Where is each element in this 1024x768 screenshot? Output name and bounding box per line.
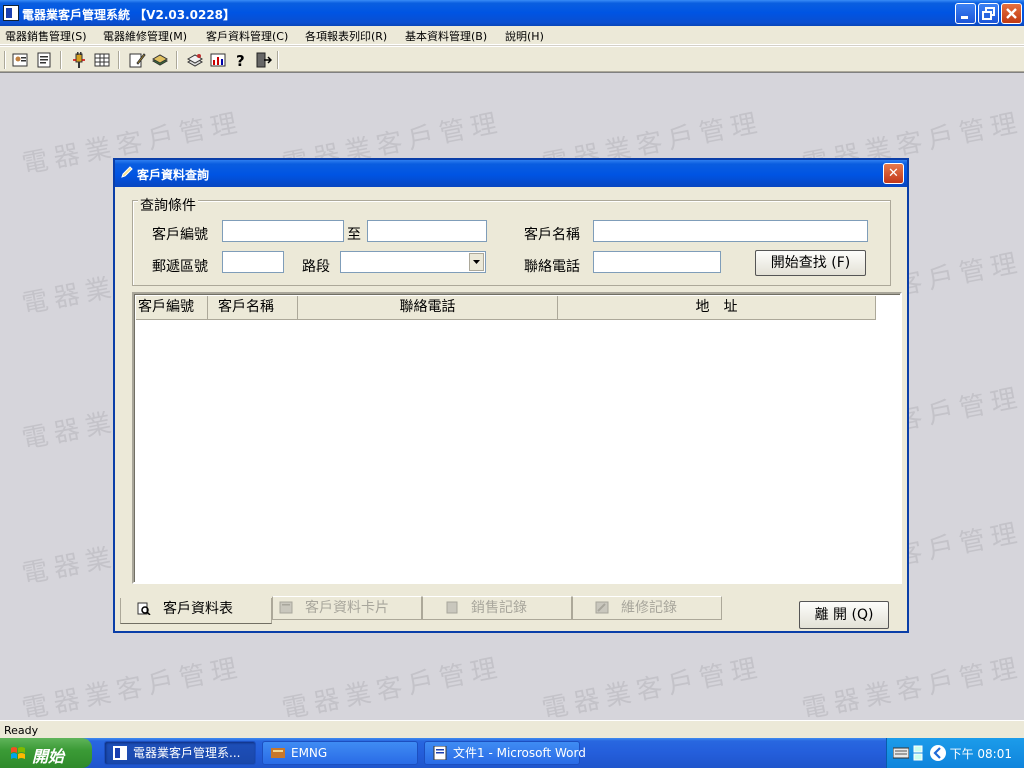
dialog-title: 客戶資料查詢 [137,168,210,182]
road-select[interactable] [340,251,486,273]
tab-sales-records-label: 銷售記錄 [471,600,527,616]
word-document-icon [433,746,447,760]
watermark-text: 電器業客戶管理 [19,652,246,720]
network-icon[interactable] [913,745,923,761]
to-label: 至 [347,227,361,243]
restore-icon [982,7,995,20]
task-word[interactable]: 文件1 - Microsoft Word [424,741,586,765]
watermark-text: 電器業客戶管理 [799,652,1024,720]
menu-help[interactable]: 說明(H) [505,28,544,44]
menu-basic-data[interactable]: 基本資料管理(B) [405,28,487,44]
zip-input[interactable] [222,251,284,273]
task-word-label: 文件1 - Microsoft Word [453,746,586,760]
zip-label: 郵遞區號 [152,259,208,275]
tab-repair-records-label: 維修記錄 [621,600,677,616]
task-customer-system-label: 電器業客戶管理系... [133,746,241,760]
phone-label: 聯絡電話 [524,259,580,275]
edit-icon[interactable] [128,51,146,69]
magnifier-icon [137,602,151,615]
column-header-customer-name[interactable]: 客戶名稱 [208,296,298,320]
report-icon[interactable] [35,51,53,69]
toolbar-grip [4,51,6,69]
card-icon [279,601,293,614]
query-criteria-label: 查詢條件 [138,198,198,214]
menu-sales[interactable]: 電器銷售管理(S) [5,28,87,44]
windows-logo-icon [11,747,25,759]
plug-icon[interactable] [70,51,88,69]
chevron-left-icon[interactable] [929,744,947,762]
pencil-icon [121,166,133,178]
toolbar: ? [0,46,1024,72]
close-icon: ✕ [888,166,899,181]
close-icon [1006,8,1017,19]
task-emng-label: EMNG [291,746,328,760]
exit-icon[interactable] [254,51,272,69]
task-customer-system[interactable]: 電器業客戶管理系... [104,741,256,765]
status-bar: Ready [0,720,1024,738]
chevron-down-icon [473,260,480,264]
watermark-text: 電器業客戶管理 [539,652,766,720]
search-button[interactable]: 開始查找 (F) [755,250,866,276]
taskbar: 開始 電器業客戶管理系... EMNG 文件1 - Microsoft Word… [0,738,1024,768]
menu-bar: 電器銷售管理(S) 電器維修管理(M) 客戶資料管理(C) 各項報表列印(R) … [0,26,1024,45]
task-emng[interactable]: EMNG [262,741,418,765]
customer-results-grid[interactable]: 客戶編號 客戶名稱 聯絡電話 地 址 [132,292,902,584]
svg-text:?: ? [236,52,245,69]
help-icon[interactable]: ? [232,51,250,69]
keyboard-icon[interactable] [893,747,909,759]
app-title-bar[interactable]: 電器業客戶管理系統 【V2.03.0228】 [0,0,1024,26]
minimize-icon [961,16,968,19]
dialog-close-button[interactable]: ✕ [883,163,904,184]
dialog-title-bar[interactable]: 客戶資料查詢 ✕ [115,160,907,187]
customer-no-from-input[interactable] [222,220,344,242]
stack-icon[interactable] [186,51,204,69]
sales-icon [446,601,458,614]
customer-card-icon[interactable] [11,51,29,69]
menu-reports[interactable]: 各項報表列印(R) [305,28,387,44]
tab-customer-list[interactable]: 客戶資料表 [120,598,272,624]
app-icon [3,5,19,21]
dropdown-button[interactable] [469,253,484,271]
books-icon[interactable] [151,51,169,69]
start-label: 開始 [32,747,65,766]
system-tray: 下午 08:01 [886,738,1024,768]
customer-name-label: 客戶名稱 [524,227,580,243]
restore-button[interactable] [978,3,999,24]
wrench-icon [595,601,609,614]
minimize-button[interactable] [955,3,976,24]
tab-customer-card[interactable]: 客戶資料卡片 [272,596,422,620]
phone-input[interactable] [593,251,721,273]
tab-sales-records[interactable]: 銷售記錄 [422,596,572,620]
column-header-phone[interactable]: 聯絡電話 [298,296,558,320]
chart-icon[interactable] [209,51,227,69]
tab-customer-card-label: 客戶資料卡片 [305,600,389,616]
column-header-customer-no[interactable]: 客戶編號 [136,296,208,320]
menu-customer[interactable]: 客戶資料管理(C) [206,28,288,44]
clock[interactable]: 下午 08:01 [950,745,1012,762]
column-header-address[interactable]: 地 址 [558,296,876,320]
tab-customer-list-label: 客戶資料表 [163,601,233,617]
road-label: 路段 [302,259,330,275]
app-close-button[interactable] [1001,3,1022,24]
emng-icon [271,748,285,758]
customer-name-input[interactable] [593,220,868,242]
customer-no-to-input[interactable] [367,220,487,242]
tab-repair-records[interactable]: 維修記錄 [572,596,722,620]
app-window-icon [113,746,127,760]
customer-query-dialog: 客戶資料查詢 ✕ 查詢條件 客戶編號 至 客戶名稱 郵遞區號 路段 聯絡電話 開… [113,158,909,633]
app-title: 電器業客戶管理系統 【V2.03.0228】 [22,8,236,22]
leave-button[interactable]: 離 開 (Q) [799,601,889,629]
start-button[interactable]: 開始 [0,738,92,768]
watermark-text: 電器業客戶管理 [279,652,506,720]
status-text: Ready [4,724,39,737]
customer-no-label: 客戶編號 [152,227,208,243]
menu-repair[interactable]: 電器維修管理(M) [103,28,187,44]
table-icon[interactable] [93,51,111,69]
